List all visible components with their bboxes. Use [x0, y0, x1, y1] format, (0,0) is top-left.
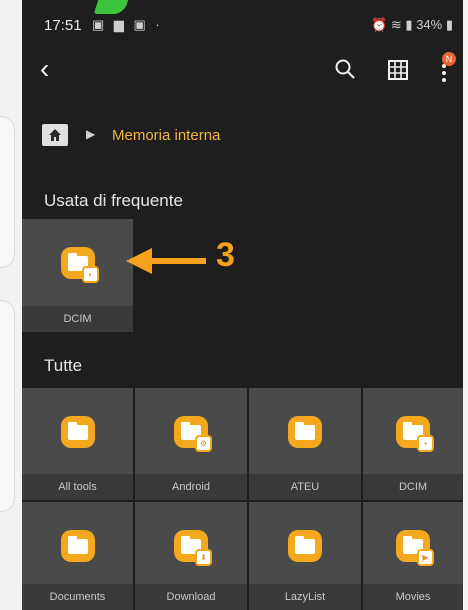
folder-label: LazyList	[249, 584, 361, 610]
phone-screen: 17:51 ▣ ▆ ▣ · ⏰ ≋ ▮ 34% ▮ ‹ N ▶ Memoria …	[22, 0, 463, 610]
folder-tile[interactable]: All tools	[22, 388, 133, 500]
folder-icon: ⚙	[174, 416, 212, 452]
folder-label: DCIM	[22, 306, 133, 332]
folder-label: Documents	[22, 584, 133, 610]
folder-label: Android	[135, 474, 247, 500]
search-icon[interactable]	[334, 58, 356, 85]
back-arrow-icon[interactable]: ‹	[40, 54, 49, 84]
battery-percent: 34%	[416, 17, 443, 32]
section-title-all: Tutte	[44, 356, 83, 375]
folder-tile[interactable]: LazyList	[249, 502, 361, 610]
breadcrumb-separator-icon: ▶	[86, 127, 96, 141]
folder-icon	[60, 416, 95, 448]
breadcrumb-location[interactable]: Memoria interna	[112, 127, 220, 144]
status-bar: 17:51 ▣ ▆ ▣ · ⏰ ≋ ▮ 34% ▮	[22, 0, 463, 44]
download-overlay-icon: ⬇	[195, 549, 212, 566]
folder-tile[interactable]: ⬇ Download	[135, 502, 247, 610]
folder-icon: ▶	[396, 530, 434, 566]
folder-label: All tools	[22, 474, 133, 500]
play-overlay-icon: ▶	[417, 549, 434, 566]
gear-overlay-icon: ⚙	[195, 435, 212, 452]
folder-label: Movies	[363, 584, 463, 610]
folder-icon: ⬇	[174, 530, 212, 566]
left-edge-strip	[0, 0, 22, 610]
section-title-frequent: Usata di frequente	[44, 191, 183, 210]
status-right: ⏰ ≋ ▮ 34% ▮	[371, 17, 453, 32]
folder-icon	[60, 530, 95, 562]
image-overlay-icon: ▪	[81, 266, 99, 283]
notification-icons: ▣ ▆ ▣ ·	[92, 17, 163, 32]
folder-tile[interactable]: Documents	[22, 502, 133, 610]
folder-icon	[288, 530, 322, 562]
status-time: 17:51	[44, 17, 82, 34]
folder-icon	[288, 416, 322, 448]
folder-tile-frequent[interactable]: ▪ DCIM	[22, 219, 133, 332]
right-edge-strip	[463, 0, 468, 610]
image-overlay-icon: ▪	[417, 435, 434, 452]
folder-tile[interactable]: ▶ Movies	[363, 502, 463, 610]
grid-view-icon[interactable]	[388, 60, 408, 85]
folder-tile[interactable]: ATEU	[249, 388, 361, 500]
folder-label: Download	[135, 584, 247, 610]
edge-decoration	[0, 300, 15, 512]
folder-label: ATEU	[249, 474, 361, 500]
folder-tile[interactable]: ⚙ Android	[135, 388, 247, 500]
folder-label: DCIM	[363, 474, 463, 500]
folder-tile[interactable]: ▪ DCIM	[363, 388, 463, 500]
edge-decoration	[0, 116, 15, 268]
folder-icon: ▪	[396, 416, 434, 452]
folder-icon: ▪	[60, 247, 99, 283]
app-bar: ‹ N	[22, 44, 463, 100]
home-icon[interactable]	[42, 124, 68, 146]
annotation-number: 3	[216, 236, 235, 274]
notification-badge: N	[442, 52, 456, 66]
annotation-arrow-icon	[126, 246, 208, 281]
